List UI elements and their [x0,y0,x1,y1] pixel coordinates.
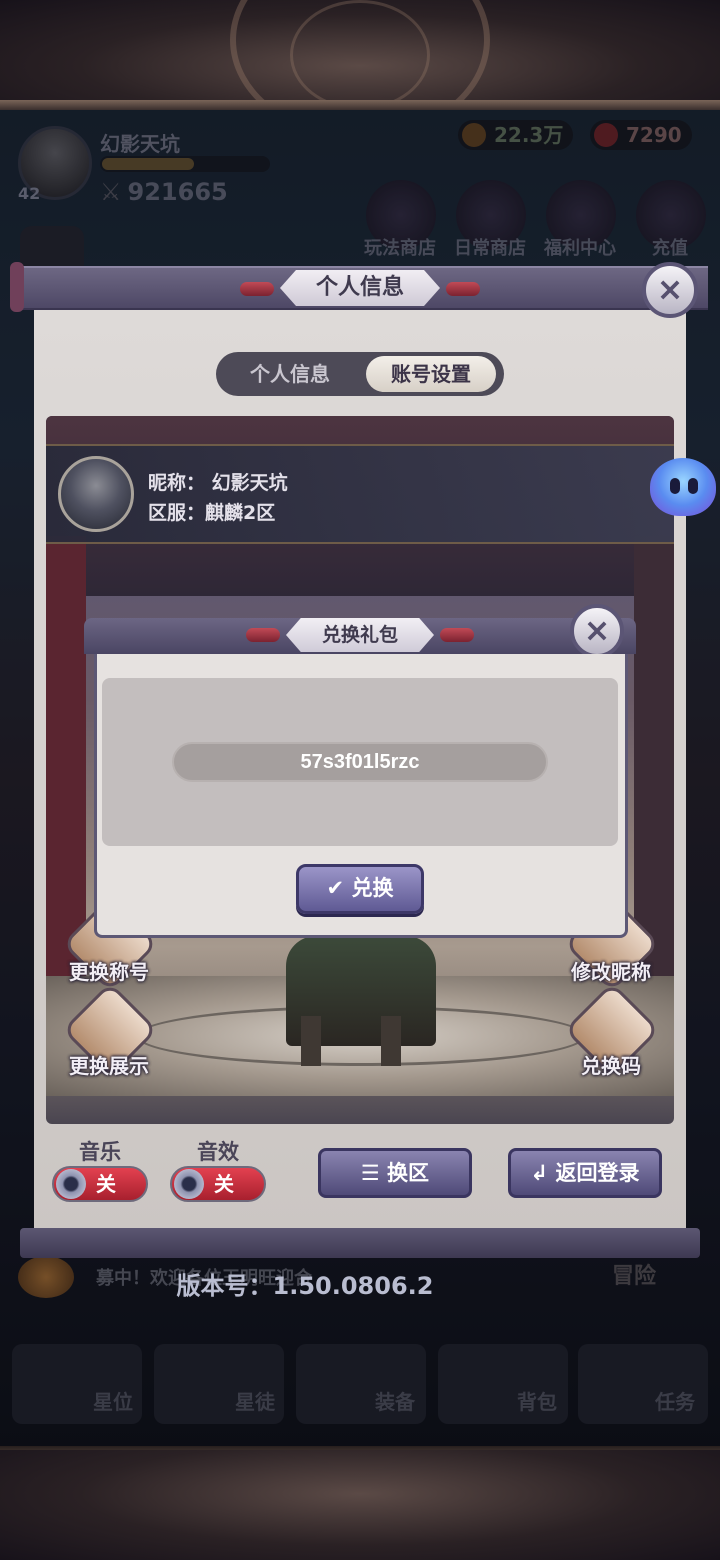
toggle-knob [174,1169,204,1199]
redeem-code-input[interactable] [172,742,548,782]
music-toggle[interactable]: 关 [52,1166,148,1202]
mascot-icon[interactable] [650,458,716,516]
tab-account-settings[interactable]: 账号设置 [366,356,496,392]
panel-title: 个人信息 [280,270,440,306]
top-ornament [0,0,720,140]
toggle-knob [56,1169,86,1199]
nickname-value: 幻影天坑 [211,472,288,494]
mascot-eye [670,478,680,494]
music-toggle-state: 关 [96,1172,116,1196]
bottom-ornament [0,1450,720,1560]
sfx-toggle[interactable]: 关 [170,1166,266,1202]
sfx-toggle-state: 关 [214,1172,234,1196]
panel-title-knot-right [446,282,480,296]
dialog-title-knot-left [246,628,280,642]
redeem-code-label: 兑换码 [581,1054,641,1078]
server-label: 区服： [148,502,206,524]
redeem-dialog-close-button[interactable]: × [570,604,624,658]
server-row: 区服：麒麟2区 [148,498,275,525]
redeem-button[interactable]: ✔ 兑换 [296,864,424,914]
change-nickname-label: 修改昵称 [571,960,651,984]
back-to-login-button[interactable]: ↲ 返回登录 [508,1148,662,1198]
mascot-eye [688,478,698,494]
change-display-label: 更换展示 [69,1054,149,1078]
panel-scroll-rod [10,262,24,312]
sfx-label: 音效 [197,1140,239,1164]
nickname-label: 昵称： [148,472,206,494]
panel-close-button[interactable]: × [642,262,698,318]
panel-scroll-bottom [20,1228,700,1258]
redeem-dialog-title: 兑换礼包 [286,618,434,652]
change-title-label: 更换称号 [69,960,149,984]
dialog-title-knot-right [440,628,474,642]
switch-server-button[interactable]: ☰ 换区 [318,1148,472,1198]
music-label: 音乐 [79,1140,121,1164]
version-label: 版本号：1.50.0806.2 [176,1272,434,1300]
tab-personal-info[interactable]: 个人信息 [220,356,360,392]
profile-avatar[interactable] [58,456,134,532]
nickname-row: 昵称： 幻影天坑 [148,468,288,495]
server-value: 麒麟2区 [205,502,276,524]
top-ornament-edge [0,100,720,110]
panel-title-knot-left [240,282,274,296]
profile-info-strip [46,444,674,544]
